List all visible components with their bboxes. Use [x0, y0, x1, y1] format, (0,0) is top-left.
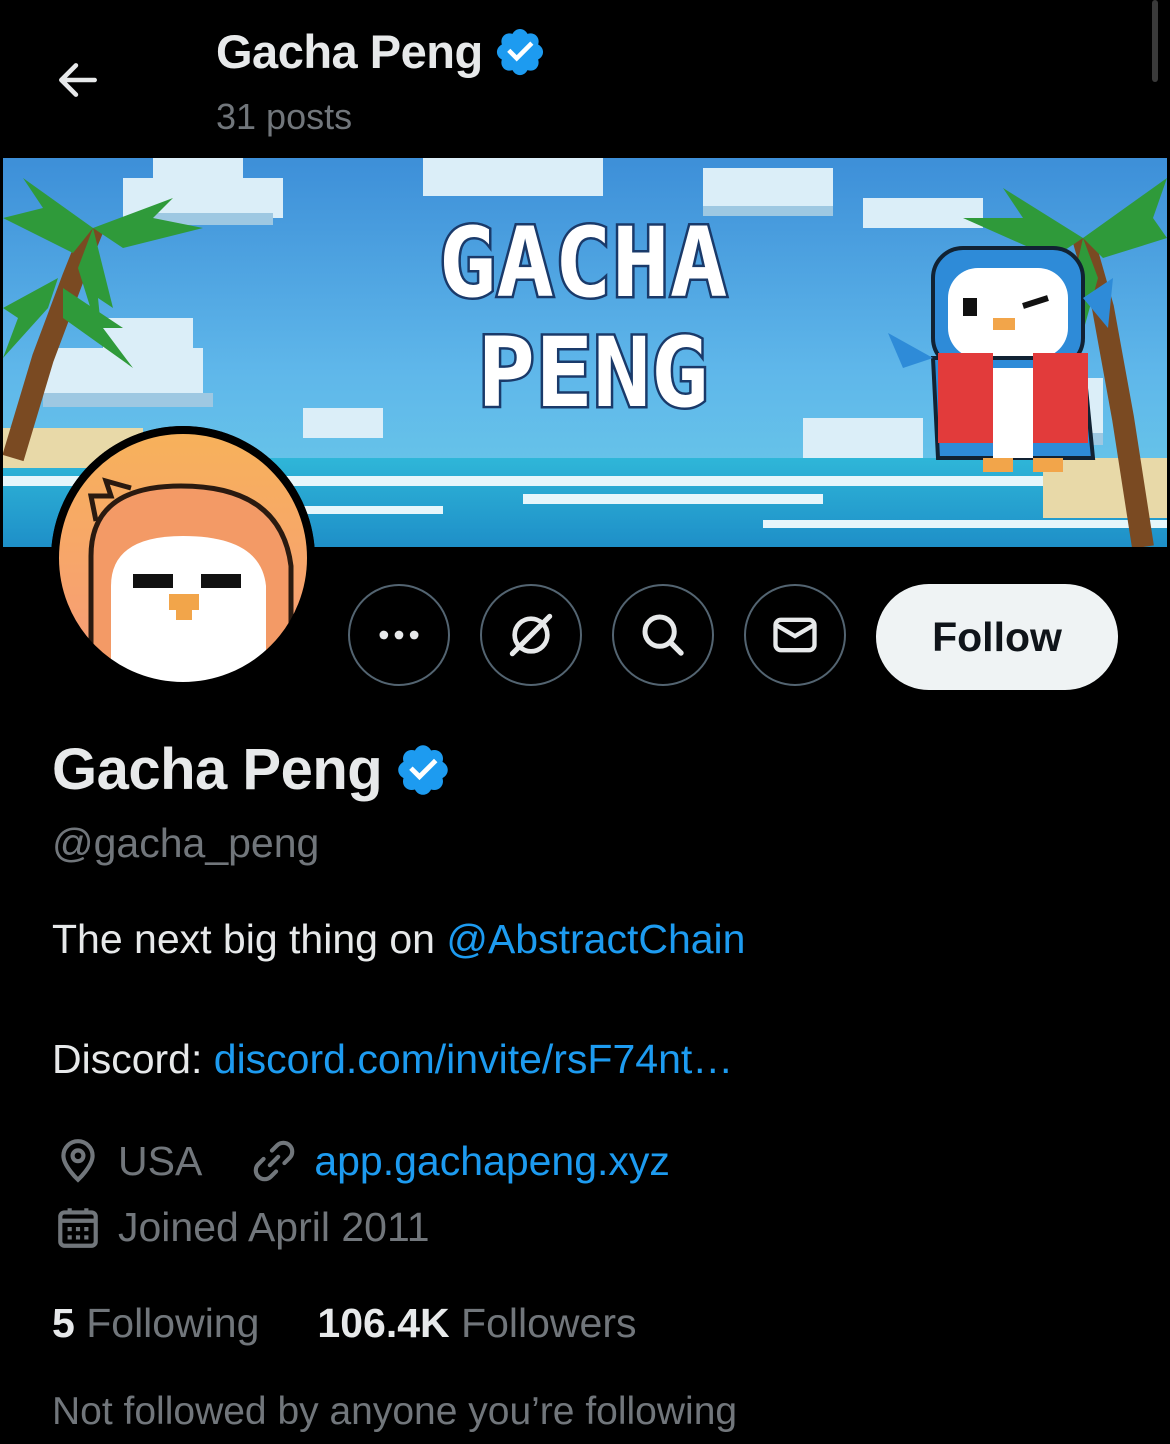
- message-icon: [773, 617, 817, 653]
- follow-button[interactable]: Follow: [876, 584, 1118, 690]
- scroll-indicator[interactable]: [1152, 0, 1158, 82]
- arrow-left-icon: [59, 63, 97, 97]
- banner-title: GACHA PENG: [436, 205, 730, 432]
- message-button[interactable]: [744, 584, 846, 686]
- profile-name: Gacha Peng: [52, 737, 383, 802]
- bio-discord-line: Discord: discord.com/invite/rsF74nt…: [52, 1036, 733, 1083]
- back-button[interactable]: [50, 52, 106, 108]
- link-icon: [248, 1135, 300, 1187]
- joined-row: Joined April 2011: [52, 1199, 430, 1255]
- followers-count: 106.4K: [317, 1300, 450, 1346]
- posts-count: 31 posts: [216, 96, 353, 137]
- profile-actions: Follow: [0, 584, 1170, 690]
- svg-text:PENG: PENG: [477, 317, 708, 429]
- verified-badge-icon[interactable]: [394, 741, 452, 799]
- more-icon: [379, 630, 419, 640]
- bio-text: The next big thing on: [52, 916, 447, 962]
- following-stat[interactable]: 5 Following: [52, 1300, 259, 1347]
- profile-handle: @gacha_peng: [52, 820, 320, 866]
- location-icon: [52, 1135, 104, 1187]
- verified-badge-icon: [496, 28, 543, 75]
- not-followed-note: Not followed by anyone you’re following: [52, 1390, 738, 1433]
- discord-label: Discord:: [52, 1036, 214, 1082]
- location-text: USA: [118, 1137, 203, 1184]
- bio-line: The next big thing on @AbstractChain: [52, 916, 745, 963]
- search-icon: [642, 614, 684, 656]
- grok-icon: [509, 613, 553, 657]
- header-name: Gacha Peng: [216, 25, 483, 78]
- joined-text: Joined April 2011: [118, 1203, 430, 1250]
- header-title: Gacha Peng: [216, 24, 547, 79]
- search-button[interactable]: [612, 584, 714, 686]
- top-bar: Gacha Peng 31 posts: [0, 0, 1170, 158]
- follow-stats: 5 Following 106.4K Followers: [52, 1300, 636, 1347]
- profile-meta-row: USA app.gachapeng.xyz: [52, 1133, 670, 1189]
- followers-label: Followers: [461, 1300, 637, 1346]
- bio-mention-link[interactable]: @AbstractChain: [446, 916, 745, 962]
- following-count: 5: [52, 1300, 75, 1346]
- svg-text:GACHA: GACHA: [439, 207, 728, 319]
- followers-stat[interactable]: 106.4K Followers: [317, 1300, 636, 1347]
- grok-button[interactable]: [480, 584, 582, 686]
- profile-name-row: Gacha Peng: [52, 736, 452, 803]
- following-label: Following: [86, 1300, 260, 1346]
- calendar-icon: [52, 1201, 104, 1253]
- website-link[interactable]: app.gachapeng.xyz: [314, 1138, 670, 1185]
- discord-link[interactable]: discord.com/invite/rsF74nt…: [214, 1036, 734, 1082]
- more-button[interactable]: [348, 584, 450, 686]
